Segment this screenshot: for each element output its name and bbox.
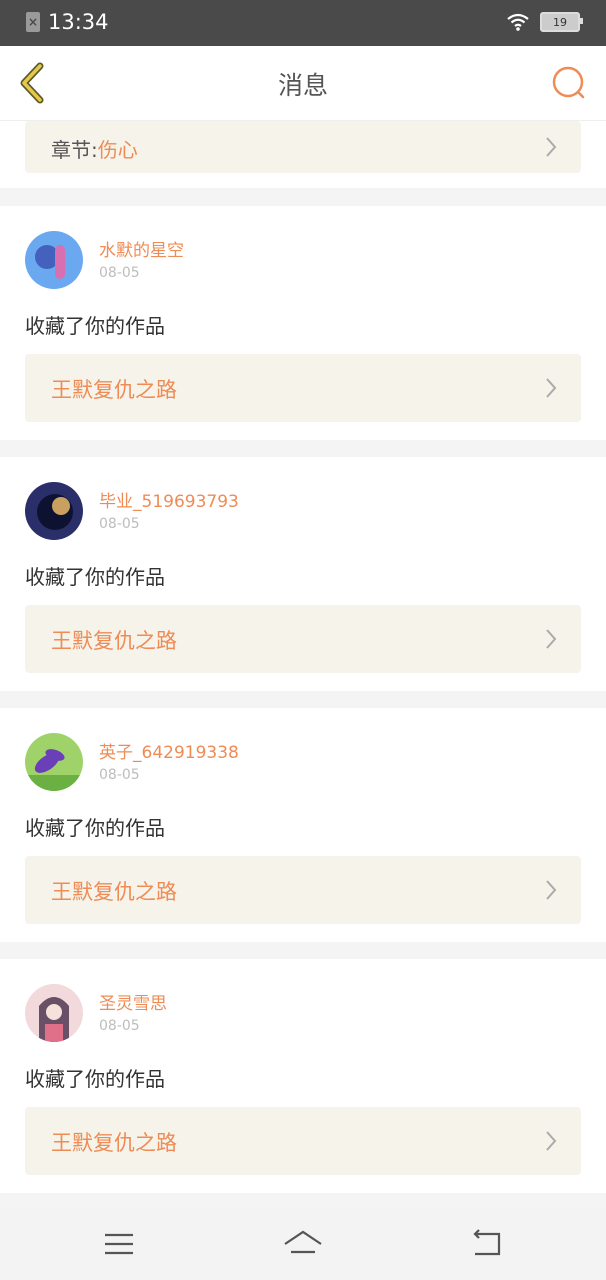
action-text: 收藏了你的作品 bbox=[25, 314, 165, 338]
chevron-right-icon bbox=[546, 1131, 557, 1151]
menu-button[interactable] bbox=[99, 1226, 139, 1262]
work-link[interactable]: 王默复仇之路 bbox=[25, 1107, 581, 1175]
message-date: 08-05 bbox=[99, 516, 140, 532]
return-icon bbox=[473, 1229, 501, 1256]
avatar[interactable] bbox=[25, 482, 83, 540]
work-link[interactable]: 王默复仇之路 bbox=[25, 605, 581, 673]
chevron-right-icon bbox=[546, 629, 557, 649]
message-card-partial: 章节:伤心 bbox=[0, 121, 606, 188]
message-card: 英子_642919338 08-05 收藏了你的作品 王默复仇之路 bbox=[0, 708, 606, 942]
work-title: 王默复仇之路 bbox=[51, 880, 177, 904]
status-bar: × 13:34 19 bbox=[0, 0, 606, 46]
chevron-right-icon bbox=[546, 880, 557, 900]
search-button[interactable] bbox=[546, 60, 592, 106]
sim-icon: × bbox=[26, 12, 40, 32]
message-date: 08-05 bbox=[99, 767, 140, 783]
home-button[interactable] bbox=[283, 1226, 323, 1262]
username[interactable]: 英子_642919338 bbox=[99, 738, 239, 763]
chevron-right-icon bbox=[546, 378, 557, 398]
message-card: 水默的星空 08-05 收藏了你的作品 王默复仇之路 bbox=[0, 206, 606, 440]
page-title: 消息 bbox=[277, 71, 328, 100]
search-icon bbox=[552, 66, 585, 99]
action-text: 收藏了你的作品 bbox=[25, 1067, 165, 1091]
work-title: 王默复仇之路 bbox=[51, 629, 177, 653]
avatar[interactable] bbox=[25, 231, 83, 289]
chapter-text: 章节:伤心 bbox=[51, 134, 138, 163]
message-date: 08-05 bbox=[99, 265, 140, 281]
work-title: 王默复仇之路 bbox=[51, 1131, 177, 1155]
username[interactable]: 毕业_519693793 bbox=[99, 487, 239, 512]
return-button[interactable] bbox=[467, 1226, 507, 1262]
status-right: 19 bbox=[506, 12, 583, 32]
status-time: 13:34 bbox=[48, 10, 109, 34]
chapter-label: 章节: bbox=[51, 138, 98, 162]
chevron-right-icon bbox=[546, 137, 557, 157]
chapter-name: 伤心 bbox=[97, 138, 138, 162]
home-icon bbox=[284, 1230, 322, 1254]
action-text: 收藏了你的作品 bbox=[25, 816, 165, 840]
system-nav-bar bbox=[0, 1208, 606, 1280]
action-text: 收藏了你的作品 bbox=[25, 565, 165, 589]
wifi-icon bbox=[507, 13, 529, 31]
work-link[interactable]: 王默复仇之路 bbox=[25, 856, 581, 924]
chapter-link[interactable]: 章节:伤心 bbox=[25, 121, 581, 173]
status-left: × 13:34 bbox=[26, 10, 109, 34]
menu-icon bbox=[105, 1233, 133, 1255]
header: 消息 bbox=[0, 46, 606, 121]
work-title: 王默复仇之路 bbox=[51, 378, 177, 402]
message-card: 圣灵雪思 08-05 收藏了你的作品 王默复仇之路 bbox=[0, 959, 606, 1193]
message-date: 08-05 bbox=[99, 1018, 140, 1034]
username[interactable]: 圣灵雪思 bbox=[99, 989, 167, 1014]
message-card: 毕业_519693793 08-05 收藏了你的作品 王默复仇之路 bbox=[0, 457, 606, 691]
username[interactable]: 水默的星空 bbox=[99, 236, 184, 261]
work-link[interactable]: 王默复仇之路 bbox=[25, 354, 581, 422]
avatar[interactable] bbox=[25, 733, 83, 791]
avatar[interactable] bbox=[25, 984, 83, 1042]
battery-icon: 19 bbox=[540, 12, 583, 32]
